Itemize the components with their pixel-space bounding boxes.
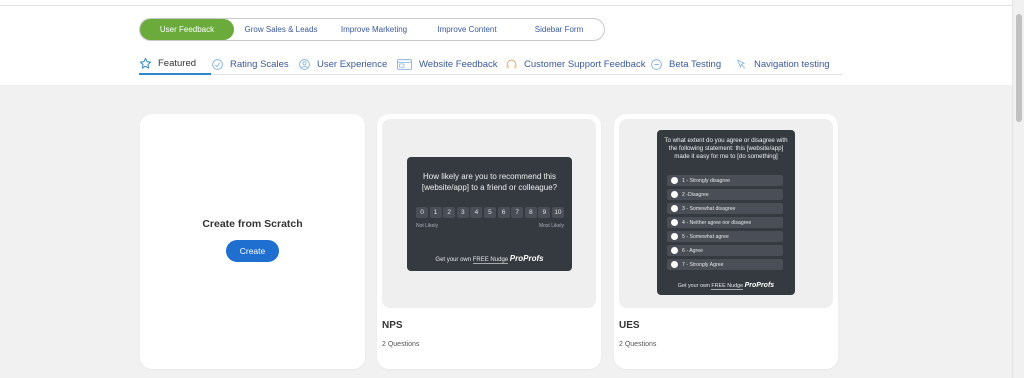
answer-option[interactable]: 5 - Somewhat agree: [667, 231, 783, 242]
nps-score-2[interactable]: 2: [443, 207, 456, 218]
radio-icon: [671, 177, 678, 184]
subtab-label: Customer Support Feedback: [524, 58, 646, 70]
beta-icon: [650, 58, 663, 71]
option-label: 7 - Strongly Agree: [682, 261, 724, 268]
subtab-customer-support-feedback[interactable]: Customer Support Feedback: [505, 54, 650, 74]
user-experience-icon: [298, 58, 311, 71]
option-label: 6 - Agree: [682, 247, 704, 254]
tab-grow-sales-leads[interactable]: Grow Sales & Leads: [234, 19, 328, 40]
nps-score-10[interactable]: 10: [551, 207, 564, 218]
scrollbar-thumb[interactable]: [1016, 14, 1022, 122]
free-nudge-link[interactable]: FREE Nudge: [711, 283, 744, 290]
answer-option[interactable]: 7 - Strongly Agree: [667, 259, 783, 270]
subtab-label: Navigation testing: [754, 58, 830, 70]
scale-low-label: Not Likely: [416, 223, 438, 229]
answer-option[interactable]: 1 - Strongly disagree: [667, 175, 783, 186]
radio-icon: [671, 205, 678, 212]
top-bar: [0, 0, 1012, 6]
radio-icon: [671, 219, 678, 226]
option-label: 4 - Neither agree nor disagree: [682, 219, 752, 226]
answer-options: 1 - Strongly disagree 2 -Disagree 3 - So…: [667, 175, 783, 273]
tab-sidebar-form[interactable]: Sidebar Form: [514, 19, 604, 40]
subtab-rating-scales[interactable]: Rating Scales: [211, 54, 298, 74]
survey-question: To what extent do you agree or disagree …: [664, 137, 788, 160]
tab-improve-marketing[interactable]: Improve Marketing: [328, 19, 420, 40]
powered-by: Get your own FREE Nudge ProProfs: [657, 282, 795, 290]
nps-score-1[interactable]: 1: [429, 207, 442, 218]
headset-icon: [505, 58, 518, 71]
subtab-website-feedback[interactable]: Website Feedback: [396, 54, 505, 74]
question-count: 2 Questions: [619, 341, 657, 348]
rating-icon: [211, 58, 224, 71]
card-title: Create from Scratch: [202, 218, 303, 230]
nps-score-4[interactable]: 4: [470, 207, 483, 218]
subtab-label: User Experience: [317, 58, 388, 70]
proprofs-logo: ProProfs: [509, 254, 544, 263]
powered-prefix: Get your own: [435, 257, 472, 263]
nps-score-5[interactable]: 5: [483, 207, 496, 218]
create-from-scratch-card[interactable]: Create from Scratch Create: [140, 114, 365, 369]
template-card-nps[interactable]: How likely are you to recommend this [we…: [377, 114, 601, 369]
template-card-ues[interactable]: To what extent do you agree or disagree …: [614, 114, 838, 369]
template-gallery: Create from Scratch Create How likely ar…: [0, 85, 1012, 378]
subtab-label: Featured: [158, 58, 197, 69]
nps-scale: 0 1 2 3 4 5 6 7 8 9 10: [416, 207, 564, 218]
category-tabs: User Feedback Grow Sales & Leads Improve…: [139, 18, 605, 41]
subtab-label: Rating Scales: [230, 58, 289, 70]
powered-by: Get your own FREE Nudge ProProfs: [407, 254, 572, 264]
answer-option[interactable]: 3 - Somewhat disagree: [667, 203, 783, 214]
ues-widget-preview: To what extent do you agree or disagree …: [657, 130, 795, 295]
tab-user-feedback[interactable]: User Feedback: [140, 19, 234, 40]
subtab-beta-testing[interactable]: Beta Testing: [650, 54, 735, 74]
cursor-icon: [735, 58, 748, 71]
nps-score-8[interactable]: 8: [524, 207, 537, 218]
tab-improve-content[interactable]: Improve Content: [420, 19, 514, 40]
template-preview: How likely are you to recommend this [we…: [382, 119, 596, 308]
nps-score-9[interactable]: 9: [538, 207, 551, 218]
answer-option[interactable]: 2 -Disagree: [667, 189, 783, 200]
nps-score-0[interactable]: 0: [416, 207, 428, 218]
option-label: 1 - Strongly disagree: [682, 177, 730, 184]
powered-prefix: Get your own: [677, 283, 710, 289]
answer-option[interactable]: 6 - Agree: [667, 245, 783, 256]
scale-high-label: Most Likely: [538, 223, 564, 229]
free-nudge-link[interactable]: FREE Nudge: [472, 257, 509, 264]
nps-widget-preview: How likely are you to recommend this [we…: [407, 157, 572, 271]
option-label: 5 - Somewhat agree: [682, 233, 729, 240]
subcategory-tabs: Featured Rating Scales User Experience W…: [139, 54, 842, 75]
answer-option[interactable]: 4 - Neither agree nor disagree: [667, 217, 783, 228]
option-label: 3 - Somewhat disagree: [682, 205, 736, 212]
nps-score-6[interactable]: 6: [497, 207, 510, 218]
radio-icon: [671, 233, 678, 240]
survey-question: How likely are you to recommend this [we…: [421, 172, 558, 192]
subtab-featured[interactable]: Featured: [139, 54, 211, 75]
subtab-user-experience[interactable]: User Experience: [298, 54, 396, 74]
radio-icon: [671, 191, 678, 198]
nps-score-7[interactable]: 7: [511, 207, 524, 218]
radio-icon: [671, 261, 678, 268]
nps-score-3[interactable]: 3: [456, 207, 469, 218]
subtab-navigation-testing[interactable]: Navigation testing: [735, 54, 835, 74]
question-count: 2 Questions: [382, 341, 420, 348]
proprofs-logo: ProProfs: [744, 282, 775, 289]
subtab-label: Website Feedback: [419, 58, 498, 70]
card-title: UES: [619, 320, 640, 331]
star-icon: [139, 57, 152, 70]
radio-icon: [671, 247, 678, 254]
template-preview: To what extent do you agree or disagree …: [619, 119, 833, 308]
page-scrollbar[interactable]: [1012, 0, 1024, 378]
create-button[interactable]: Create: [226, 240, 279, 262]
card-title: NPS: [382, 320, 403, 331]
subtab-label: Beta Testing: [669, 58, 722, 70]
option-label: 2 -Disagree: [682, 191, 709, 198]
website-icon: [396, 58, 413, 71]
